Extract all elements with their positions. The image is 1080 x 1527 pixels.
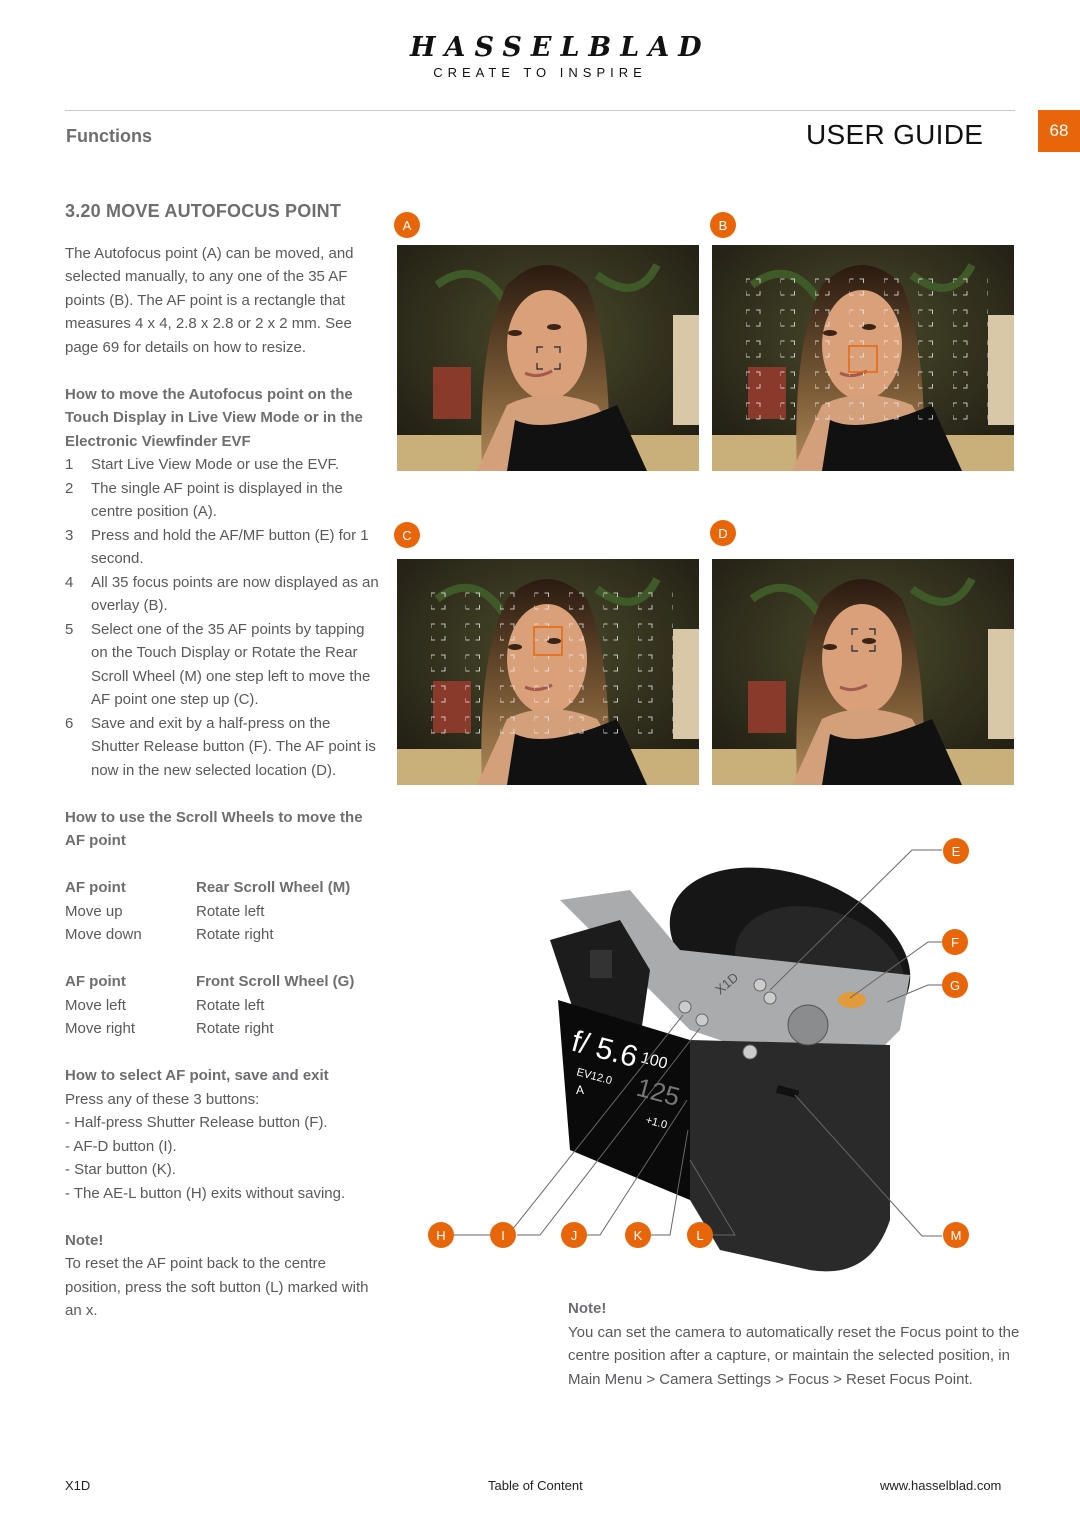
table-header: Front Scroll Wheel (G) bbox=[196, 973, 355, 990]
note-heading: Note! bbox=[65, 1231, 104, 1249]
table-of-content-link[interactable]: Table of Content bbox=[488, 1478, 583, 1493]
figure-label-a: A bbox=[394, 212, 420, 238]
intro-text: The Autofocus point (A) can be moved, an… bbox=[65, 244, 354, 356]
step-number: 4 bbox=[65, 573, 74, 591]
callout-j: J bbox=[561, 1222, 587, 1248]
step-text: Select one of the 35 AF points by tappin… bbox=[91, 620, 371, 709]
select-item: - AF-D button (I). bbox=[65, 1137, 177, 1155]
doc-title: USER GUIDE bbox=[806, 119, 984, 150]
step-text: All 35 focus points are now displayed as… bbox=[91, 573, 379, 615]
step-text: Press and hold the AF/MF button (E) for … bbox=[91, 526, 369, 568]
figure-label-c: C bbox=[394, 522, 420, 548]
callout-f-shutter-release: F bbox=[942, 929, 968, 955]
website-link[interactable]: www.hasselblad.com bbox=[880, 1478, 1001, 1493]
touch-heading: How to move the Autofocus point on the T… bbox=[65, 385, 363, 450]
step-item: 2 The single AF point is displayed in the… bbox=[65, 477, 380, 524]
note-box: Note! You can set the camera to automati… bbox=[568, 1297, 1023, 1391]
callout-k-star-button: K bbox=[625, 1222, 651, 1248]
callout-h-ae-l-button: H bbox=[428, 1222, 454, 1248]
note2-text: You can set the camera to automatically … bbox=[568, 1323, 1020, 1388]
table-header: AF point bbox=[65, 879, 126, 896]
step-item: 4 All 35 focus points are now displayed a… bbox=[65, 571, 380, 618]
note2-heading: Note! bbox=[568, 1300, 607, 1317]
rear-dial bbox=[787, 1004, 829, 1046]
step-number: 1 bbox=[65, 456, 74, 473]
footer-model: X1D bbox=[65, 1478, 91, 1493]
af-grid-overlay bbox=[431, 591, 673, 746]
rear-wheel-table: AF point Rear Scroll Wheel (M) Move up R… bbox=[65, 876, 380, 947]
section-name: Functions bbox=[66, 126, 152, 146]
table-cell: Rotate left bbox=[196, 996, 265, 1014]
page-number-badge: 68 bbox=[1038, 110, 1080, 152]
table-cell: Move right bbox=[65, 1020, 136, 1037]
step-item: 1 Start Live View Mode or use the EVF. bbox=[65, 453, 380, 477]
step-number: 3 bbox=[65, 526, 74, 544]
photo-c-af-point-moved-up bbox=[397, 559, 699, 785]
step-item: 3 Press and hold the AF/MF button (E) for… bbox=[65, 524, 380, 571]
step-text: The single AF point is displayed in the … bbox=[91, 479, 343, 521]
table-header: AF point bbox=[65, 973, 126, 990]
select-heading: How to select AF point, save and exit bbox=[65, 1067, 329, 1084]
callout-l-soft-button: L bbox=[687, 1222, 713, 1248]
header-divider bbox=[65, 110, 1015, 111]
screen-mode: A bbox=[576, 1083, 584, 1097]
step-number: 2 bbox=[65, 479, 74, 497]
front-wheel-table: AF point Front Scroll Wheel (G) Move lef… bbox=[65, 970, 380, 1041]
callout-m-rear-scroll-wheel: M bbox=[943, 1222, 969, 1248]
shutter-release-button bbox=[838, 992, 866, 1008]
callout-i-af-d-button: I bbox=[490, 1222, 516, 1248]
table-header: Rear Scroll Wheel (M) bbox=[196, 879, 351, 896]
select-item: - The AE-L button (H) exits without savi… bbox=[65, 1184, 346, 1202]
table-cell: Rotate right bbox=[196, 1020, 274, 1037]
camera-illustration: f/ 5.6 100 EV12.0 125 A +1.0 X1D bbox=[452, 849, 942, 1272]
table-cell: Rotate right bbox=[196, 926, 274, 943]
photo-b-35-af-points bbox=[712, 245, 1014, 471]
hasselblad-logo: HASSELBLAD CREATE TO INSPIRE bbox=[410, 32, 711, 80]
table-cell: Move down bbox=[65, 926, 142, 943]
page-title: 3.20 MOVE AUTOFOCUS POINT bbox=[65, 201, 342, 221]
step-text: Save and exit by a half-press on the Shu… bbox=[91, 714, 376, 779]
photo-a-single-af-point bbox=[397, 245, 699, 471]
scroll-heading: How to use the Scroll Wheels to move the… bbox=[65, 808, 363, 850]
figure-label-b: B bbox=[710, 212, 736, 238]
steps-list: 1 Start Live View Mode or use the EVF. 2 Th… bbox=[65, 453, 380, 782]
af-grid-overlay bbox=[746, 277, 988, 432]
note-text: To reset the AF point back to the centre… bbox=[65, 1255, 369, 1319]
grip bbox=[690, 1040, 890, 1272]
step-item: 6 Save and exit by a half-press on the Sh… bbox=[65, 712, 380, 783]
step-number: 6 bbox=[65, 714, 74, 732]
brand-tagline: CREATE TO INSPIRE bbox=[433, 65, 647, 80]
callout-e-af-mf-button: E bbox=[943, 838, 969, 864]
brand-wordmark: HASSELBLAD bbox=[410, 32, 711, 63]
step-text: Start Live View Mode or use the EVF. bbox=[91, 456, 340, 473]
callout-g-front-scroll-wheel: G bbox=[942, 972, 968, 998]
left-column: 3.20 MOVE AUTOFOCUS POINT The Autofocus … bbox=[65, 200, 380, 1323]
figure-label-d: D bbox=[710, 520, 736, 546]
photo-d-new-af-location bbox=[712, 559, 1014, 785]
step-number: 5 bbox=[65, 620, 74, 638]
table-cell: Move up bbox=[65, 902, 123, 920]
step-item: 5 Select one of the 35 AF points by tappi… bbox=[65, 618, 380, 712]
table-cell: Rotate left bbox=[196, 902, 265, 920]
select-item: - Star button (K). bbox=[65, 1161, 176, 1178]
select-intro: Press any of these 3 buttons: bbox=[65, 1090, 260, 1108]
select-item: - Half-press Shutter Release button (F). bbox=[65, 1114, 328, 1131]
table-cell: Move left bbox=[65, 996, 126, 1014]
